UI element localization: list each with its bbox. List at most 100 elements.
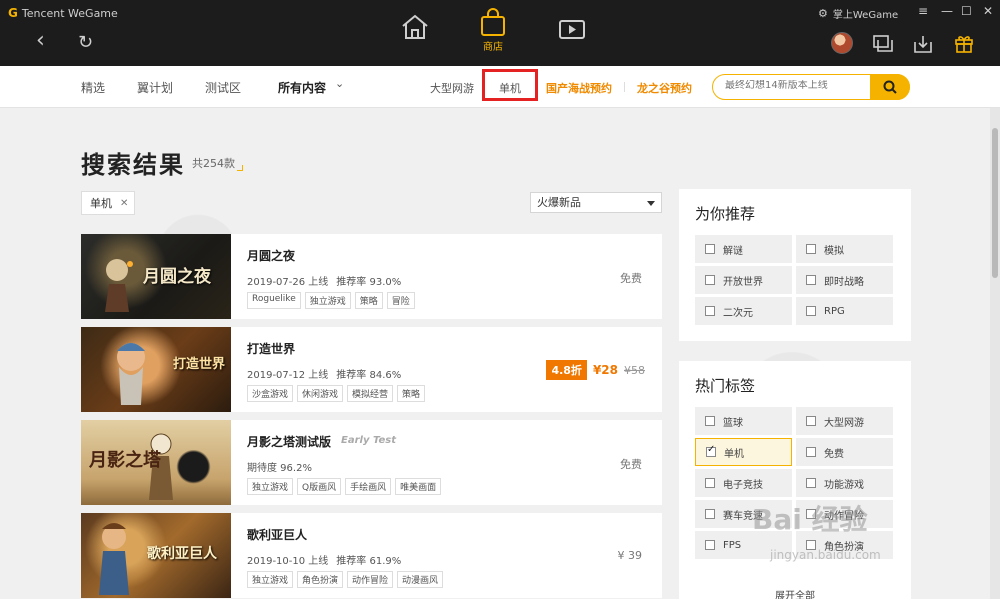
- game-title[interactable]: 月影之塔测试版: [247, 433, 331, 450]
- game-tags: 独立游戏 角色扮演 动作冒险 动漫画风: [247, 571, 444, 588]
- game-tag[interactable]: 沙盒游戏: [247, 385, 294, 402]
- option-label: 电子竞技: [723, 479, 763, 491]
- game-tag[interactable]: 独立游戏: [247, 478, 294, 495]
- menu-icon[interactable]: ≡: [918, 4, 928, 18]
- game-tag[interactable]: 冒险: [386, 292, 415, 309]
- game-meta: 期待度 96.2%: [247, 459, 312, 474]
- checkbox[interactable]: [806, 244, 816, 254]
- game-title[interactable]: 歌利亚巨人: [247, 526, 307, 543]
- close-icon[interactable]: ✕: [983, 4, 993, 18]
- game-card[interactable]: 歌利亚巨人 歌利亚巨人 2019-10-10 上线 推荐率 61.9% 独立游戏…: [81, 513, 662, 598]
- game-price: ¥ 39: [617, 549, 643, 562]
- recommend-option[interactable]: 开放世界: [695, 266, 792, 294]
- game-tag[interactable]: 策略: [354, 292, 383, 309]
- tab-all-content[interactable]: 所有内容: [278, 79, 326, 96]
- game-tag[interactable]: 独立游戏: [304, 292, 351, 309]
- minimize-icon[interactable]: —: [941, 4, 953, 18]
- option-label: 免费: [824, 448, 844, 460]
- checkbox[interactable]: [806, 275, 816, 285]
- checkbox[interactable]: [705, 275, 715, 285]
- tag-option[interactable]: 免费: [796, 438, 893, 466]
- store-subnav: 精选 翼计划 测试区 所有内容 ⌄ 大型网游 单机 国产海战预约 龙之谷预约: [0, 66, 1000, 108]
- checkbox[interactable]: [806, 478, 816, 488]
- recommend-option[interactable]: 即时战略: [796, 266, 893, 294]
- game-tag[interactable]: Q版画风: [297, 478, 342, 495]
- recommend-option[interactable]: 模拟: [796, 235, 893, 263]
- active-filter-chip[interactable]: 单机 ✕: [81, 191, 135, 215]
- game-tag[interactable]: 唯美画面: [395, 478, 442, 495]
- chevron-down-icon[interactable]: ⌄: [335, 77, 344, 90]
- option-label: 功能游戏: [824, 479, 864, 491]
- checkbox[interactable]: [705, 416, 715, 426]
- sort-value: 火爆新品: [537, 196, 581, 209]
- tab-wing-plan[interactable]: 翼计划: [137, 79, 173, 96]
- game-card[interactable]: 月影之塔 月影之塔测试版 Early Test 期待度 96.2% 独立游戏 Q…: [81, 420, 662, 505]
- search-input[interactable]: [725, 80, 875, 91]
- game-tags: 独立游戏 Q版画风 手绘画风 唯美画面: [247, 478, 442, 495]
- tab-featured[interactable]: 精选: [81, 79, 105, 96]
- game-meta: 2019-07-26 上线 推荐率 93.0%: [247, 273, 401, 288]
- tab-test-zone[interactable]: 测试区: [205, 79, 241, 96]
- game-tag[interactable]: 模拟经营: [347, 385, 394, 402]
- option-label: 即时战略: [824, 276, 864, 288]
- link-mmo[interactable]: 大型网游: [430, 80, 474, 96]
- game-tag[interactable]: 策略: [397, 385, 426, 402]
- checkbox[interactable]: [705, 244, 715, 254]
- tag-option[interactable]: 电子竞技: [695, 469, 792, 497]
- option-label: 解谜: [723, 245, 743, 257]
- tag-option[interactable]: 大型网游: [796, 407, 893, 435]
- tag-option[interactable]: 篮球: [695, 407, 792, 435]
- chat-icon[interactable]: [873, 35, 893, 53]
- discount-badge: 4.8折: [546, 360, 587, 380]
- scrollbar[interactable]: [990, 108, 1000, 599]
- game-tag[interactable]: 动漫画风: [397, 571, 444, 588]
- tag-option[interactable]: 功能游戏: [796, 469, 893, 497]
- checkbox[interactable]: [806, 306, 816, 316]
- sort-dropdown[interactable]: 火爆新品: [530, 192, 662, 213]
- link-dragon-nest-reserve[interactable]: 龙之谷预约: [637, 80, 692, 96]
- checkbox[interactable]: [806, 447, 816, 457]
- download-icon[interactable]: [913, 34, 933, 54]
- highlight-box: [482, 69, 538, 101]
- remove-filter-icon[interactable]: ✕: [120, 198, 128, 209]
- game-card[interactable]: 月圆之夜 月圆之夜 2019-07-26 上线 推荐率 93.0% Roguel…: [81, 234, 662, 319]
- cover-character-illustration: [117, 343, 145, 405]
- link-naval-reserve[interactable]: 国产海战预约: [546, 80, 612, 96]
- game-tag[interactable]: 角色扮演: [297, 571, 344, 588]
- recommend-rate: 推荐率 93.0%: [336, 277, 402, 288]
- game-tag[interactable]: Roguelike: [247, 292, 301, 309]
- avatar[interactable]: [831, 32, 853, 54]
- store-bag-icon: [481, 8, 505, 36]
- recommend-option[interactable]: 解谜: [695, 235, 792, 263]
- home-nav-button[interactable]: [395, 14, 435, 40]
- gift-icon[interactable]: [954, 33, 974, 53]
- scrollbar-thumb[interactable]: [992, 128, 998, 278]
- back-icon[interactable]: ‹: [36, 30, 45, 52]
- checkbox[interactable]: [705, 306, 715, 316]
- expand-all-link[interactable]: 展开全部: [679, 587, 911, 599]
- video-nav-button[interactable]: [552, 18, 592, 40]
- recommend-option[interactable]: RPG: [796, 297, 893, 325]
- tag-option-checked[interactable]: 单机: [695, 438, 792, 466]
- refresh-icon[interactable]: ↻: [78, 32, 93, 54]
- checkbox[interactable]: [705, 540, 715, 550]
- release-date: 2019-07-26 上线: [247, 277, 329, 288]
- game-tag[interactable]: 休闲游戏: [297, 385, 344, 402]
- game-tag[interactable]: 动作冒险: [347, 571, 394, 588]
- game-tag[interactable]: 独立游戏: [247, 571, 294, 588]
- checkbox[interactable]: [705, 509, 715, 519]
- game-title[interactable]: 月圆之夜: [247, 247, 295, 264]
- game-title[interactable]: 打造世界: [247, 340, 295, 357]
- checkbox[interactable]: [705, 478, 715, 488]
- maximize-icon[interactable]: ☐: [961, 4, 972, 18]
- game-tag[interactable]: 手绘画风: [345, 478, 392, 495]
- recommend-option[interactable]: 二次元: [695, 297, 792, 325]
- game-card[interactable]: 打造世界 打造世界 2019-07-12 上线 推荐率 84.6% 沙盒游戏 休…: [81, 327, 662, 412]
- checkbox[interactable]: [806, 416, 816, 426]
- mobile-wegame-link[interactable]: ⚙ 掌上WeGame: [818, 6, 898, 21]
- baidu-watermark: Bai 经验: [752, 503, 868, 536]
- search-button[interactable]: [870, 74, 910, 100]
- checkbox-checked[interactable]: [706, 444, 716, 457]
- store-nav-button[interactable]: 商店: [473, 8, 513, 53]
- option-label: FPS: [723, 539, 742, 551]
